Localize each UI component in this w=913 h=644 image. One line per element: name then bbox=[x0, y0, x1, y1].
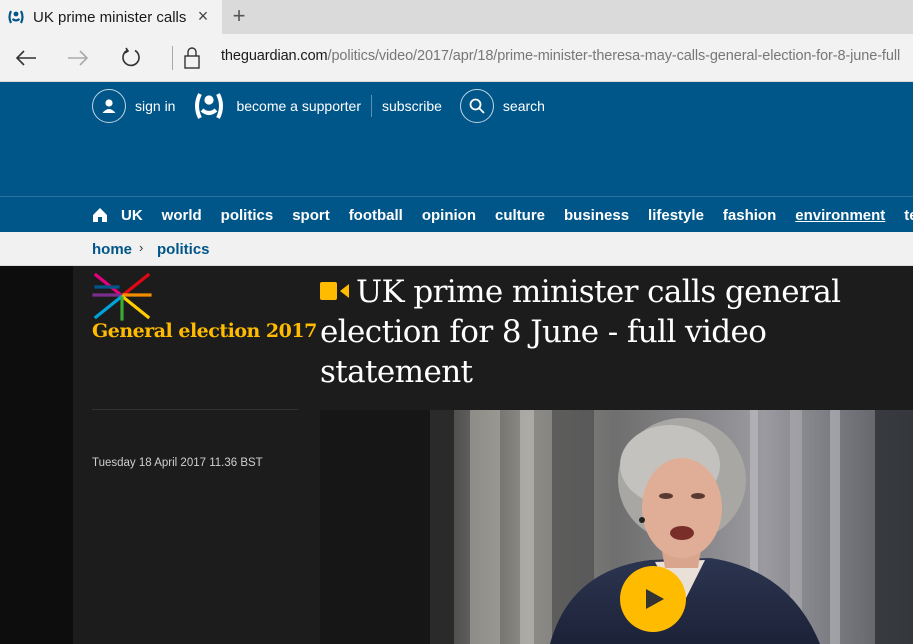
guardian-roundel-icon bbox=[191, 89, 227, 123]
browser-toolbar: theguardian.com/politics/video/2017/apr/… bbox=[0, 34, 913, 82]
back-arrow-icon bbox=[15, 50, 36, 66]
nav-item-sport[interactable]: sport bbox=[292, 207, 330, 224]
nav-item-uk[interactable]: UK bbox=[121, 207, 143, 224]
home-icon[interactable] bbox=[92, 207, 108, 223]
nav-item-fashion[interactable]: fashion bbox=[723, 207, 776, 224]
forward-arrow-icon bbox=[68, 50, 89, 66]
sign-in-link[interactable]: sign in bbox=[135, 98, 175, 114]
become-supporter-link[interactable]: become a supporter bbox=[236, 98, 361, 114]
search-link[interactable]: search bbox=[503, 98, 545, 114]
publish-date: Tuesday 18 April 2017 11.36 BST bbox=[92, 457, 263, 469]
toolbar-separator bbox=[172, 46, 173, 70]
close-tab-icon[interactable]: × bbox=[192, 5, 214, 27]
url-host: theguardian.com bbox=[221, 48, 328, 64]
subscribe-link[interactable]: subscribe bbox=[382, 98, 442, 114]
new-tab-button[interactable]: + bbox=[226, 3, 252, 29]
header-separator bbox=[371, 95, 372, 117]
refresh-icon bbox=[122, 47, 140, 67]
general-election-logo-icon[interactable] bbox=[92, 273, 152, 321]
nav-item-tech[interactable]: tech bbox=[904, 207, 913, 224]
sign-in-icon[interactable] bbox=[92, 89, 126, 123]
breadcrumb-home[interactable]: home bbox=[92, 232, 132, 266]
browser-tab-strip: UK prime minister calls × + bbox=[0, 0, 913, 34]
guardian-favicon-icon bbox=[7, 9, 25, 25]
video-player[interactable] bbox=[320, 410, 913, 644]
address-bar[interactable]: theguardian.com/politics/video/2017/apr/… bbox=[221, 48, 900, 64]
lock-icon[interactable] bbox=[181, 46, 203, 70]
url-path: /politics/video/2017/apr/18/prime-minist… bbox=[327, 48, 901, 64]
nav-item-politics[interactable]: politics bbox=[221, 207, 274, 224]
section-nav-items: UK world politics sport football opinion… bbox=[92, 197, 913, 233]
tab-title: UK prime minister calls bbox=[33, 8, 187, 26]
play-icon bbox=[646, 589, 664, 609]
breadcrumb-politics[interactable]: politics bbox=[157, 232, 210, 266]
nav-item-world[interactable]: world bbox=[162, 207, 202, 224]
browser-tab[interactable]: UK prime minister calls bbox=[0, 0, 222, 34]
left-gutter bbox=[0, 266, 73, 644]
nav-item-business[interactable]: business bbox=[564, 207, 629, 224]
nav-item-culture[interactable]: culture bbox=[495, 207, 545, 224]
breadcrumb-separator: › bbox=[139, 240, 144, 255]
video-thumbnail bbox=[320, 410, 913, 644]
series-label[interactable]: General election 2017 bbox=[92, 320, 317, 342]
refresh-button[interactable] bbox=[116, 43, 146, 73]
nav-item-lifestyle[interactable]: lifestyle bbox=[648, 207, 704, 224]
site-header: sign in become a supporter subscribe sea… bbox=[0, 82, 913, 232]
video-icon bbox=[320, 281, 349, 300]
meta-divider bbox=[92, 409, 298, 410]
back-button[interactable] bbox=[11, 43, 41, 73]
header-top-links: sign in become a supporter subscribe sea… bbox=[92, 89, 545, 123]
search-icon[interactable] bbox=[459, 89, 494, 123]
nav-item-football[interactable]: football bbox=[349, 207, 403, 224]
section-nav: UK world politics sport football opinion… bbox=[0, 196, 913, 232]
article-headline: UK prime minister calls general election… bbox=[320, 272, 913, 392]
forward-button[interactable] bbox=[63, 43, 93, 73]
breadcrumb: home › politics bbox=[0, 232, 913, 266]
headline-text: UK prime minister calls general election… bbox=[320, 274, 841, 390]
play-button[interactable] bbox=[620, 566, 686, 632]
nav-item-environment[interactable]: environment bbox=[795, 207, 885, 224]
nav-item-opinion[interactable]: opinion bbox=[422, 207, 476, 224]
